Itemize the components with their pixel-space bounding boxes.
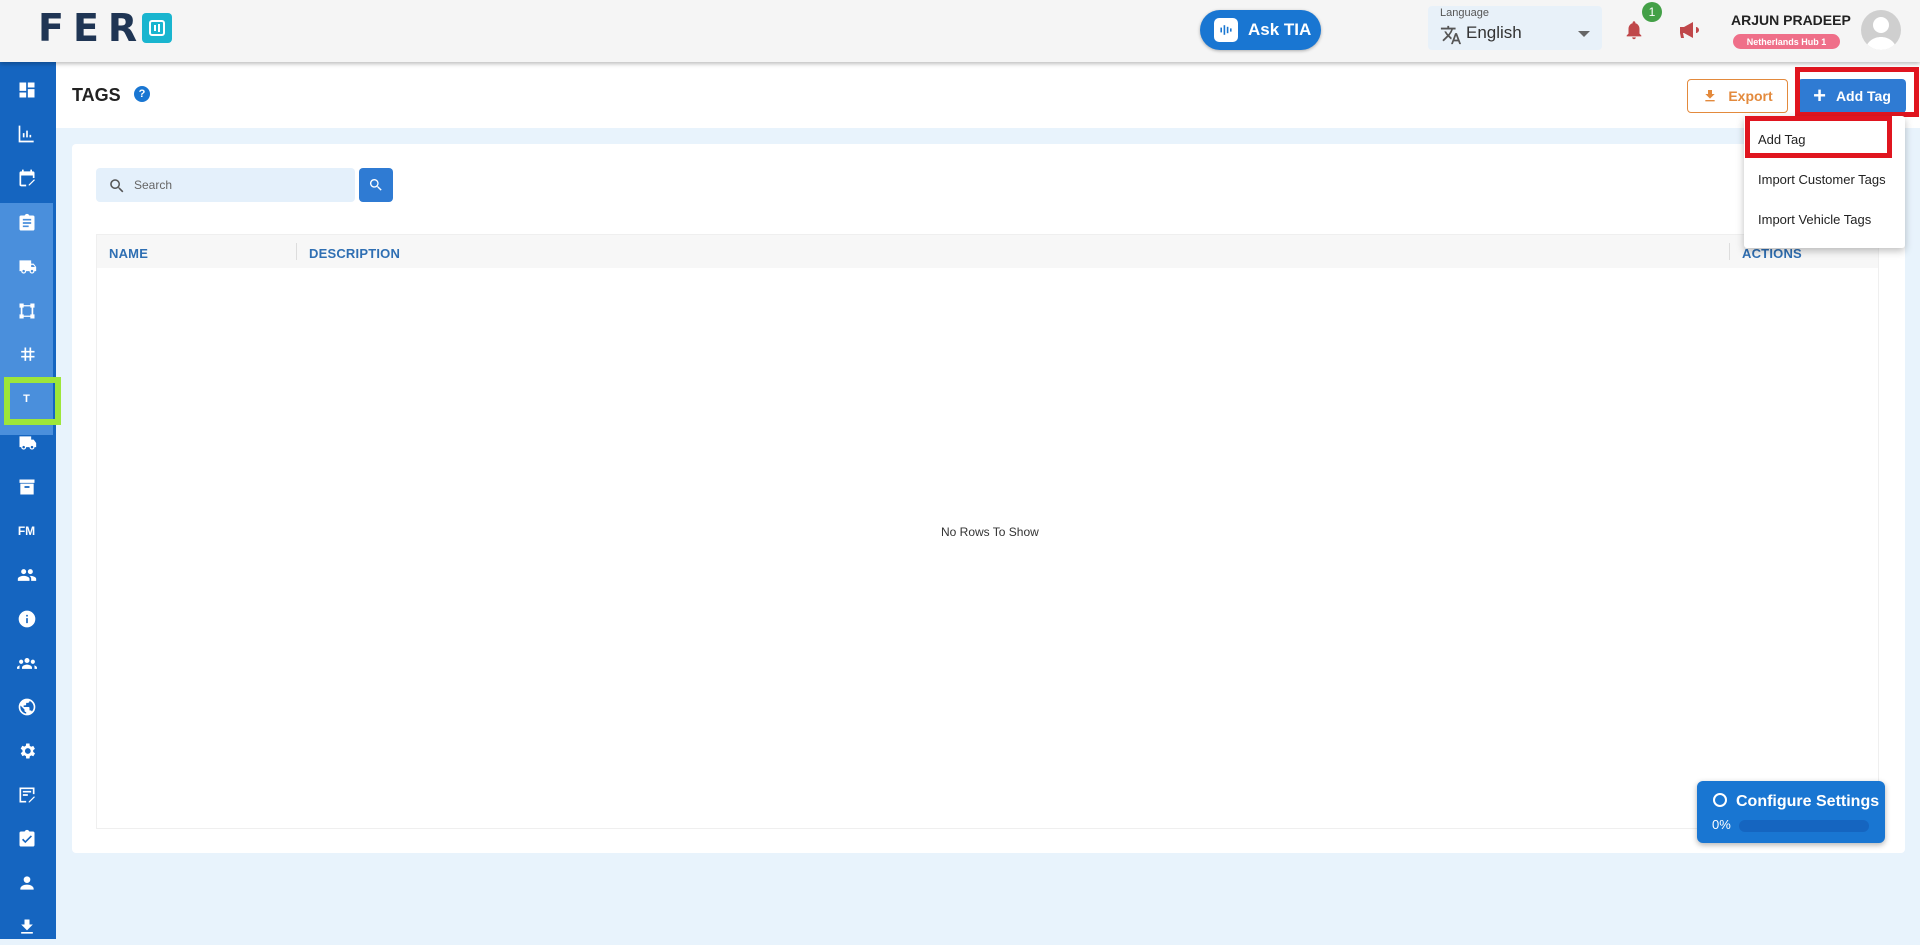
sidebar-item-fm[interactable]: FM	[0, 513, 53, 549]
team-icon	[16, 658, 37, 669]
calendar-edit-icon	[19, 169, 35, 187]
sidebar-item-vehicles[interactable]	[0, 425, 53, 461]
column-divider[interactable]	[1729, 243, 1730, 260]
network-icon	[19, 303, 34, 319]
sidebar-item-downloads[interactable]	[0, 909, 53, 945]
sidebar-item-fm-label: FM	[17, 524, 36, 538]
download-icon	[20, 919, 33, 934]
sidebar-item-orders[interactable]	[0, 205, 53, 241]
configure-settings-title: Configure Settings	[1736, 793, 1880, 810]
bell-icon[interactable]	[1623, 18, 1645, 42]
column-header-description[interactable]: DESCRIPTION	[309, 246, 400, 261]
search-icon	[110, 179, 124, 193]
search-button[interactable]	[359, 168, 393, 202]
configure-settings-percent: 0%	[1712, 817, 1731, 832]
configure-settings-widget[interactable]: Configure Settings 0%	[1697, 781, 1885, 843]
chevron-down-icon	[1578, 31, 1590, 37]
logo-text: FER	[38, 6, 147, 50]
circle-icon	[1713, 793, 1727, 807]
fero-logo[interactable]: FER	[38, 6, 173, 50]
language-select[interactable]: Language English	[1428, 6, 1602, 50]
ask-tia-label: Ask TIA	[1248, 20, 1312, 39]
avatar[interactable]	[1861, 10, 1901, 50]
dashboard-icon	[19, 82, 34, 98]
globe-icon	[18, 698, 35, 716]
sidebar-item-documents[interactable]	[0, 821, 53, 857]
sidebar-item-analytics[interactable]	[0, 116, 53, 152]
page-header	[56, 62, 1920, 128]
sidebar-item-notes[interactable]	[0, 777, 53, 813]
notification-badge: 1	[1642, 2, 1662, 22]
chart-icon	[18, 125, 34, 143]
sidebar-item-schedule[interactable]	[0, 160, 53, 196]
sidebar-item-delivery[interactable]	[0, 249, 53, 285]
megaphone-icon[interactable]	[1678, 20, 1702, 40]
sidebar-item-global[interactable]	[0, 689, 53, 725]
truck-fast-icon	[19, 260, 36, 274]
configure-settings-progress	[1739, 820, 1869, 832]
table-header: NAME DESCRIPTION ACTIONS	[97, 235, 1878, 268]
info-icon	[18, 610, 35, 628]
logo-mark-icon	[142, 13, 173, 43]
menu-item-import-vehicle-tags[interactable]: Import Vehicle Tags	[1758, 212, 1871, 227]
sidebar-item-drivers[interactable]	[0, 865, 53, 901]
highlight-tags-menu	[4, 377, 61, 425]
export-button[interactable]: Export	[1687, 79, 1788, 113]
page-title: TAGS	[72, 85, 121, 105]
clipboard-check-icon	[19, 829, 34, 847]
ask-tia-button[interactable]: Ask TIA	[1200, 10, 1321, 50]
archive-icon	[19, 479, 34, 495]
column-header-name[interactable]: NAME	[109, 246, 148, 261]
sidebar-item-inventory[interactable]	[0, 469, 53, 505]
top-bar: FER Ask TIA Language English 1 ARJUN PRA…	[0, 0, 1920, 62]
highlight-add-tag-button	[1795, 67, 1919, 117]
search-input[interactable]	[134, 168, 344, 202]
empty-table-message: No Rows To Show	[941, 525, 1039, 539]
hash-icon	[20, 347, 34, 361]
language-value: English	[1466, 23, 1522, 42]
note-edit-icon	[19, 787, 35, 803]
truck-icon	[19, 436, 36, 450]
users-icon	[17, 569, 36, 581]
sidebar-item-users[interactable]	[0, 557, 53, 593]
gear-icon	[20, 743, 35, 759]
clipboard-icon	[19, 213, 34, 231]
highlight-add-tag-menu-item	[1745, 116, 1892, 158]
sidebar: T FM	[0, 62, 56, 939]
menu-item-import-customer-tags[interactable]: Import Customer Tags	[1758, 172, 1886, 187]
tia-icon	[1214, 18, 1238, 42]
search-box[interactable]	[96, 168, 355, 202]
hub-badge: Netherlands Hub 1	[1733, 34, 1840, 49]
export-label: Export	[1728, 88, 1773, 104]
user-name[interactable]: ARJUN PRADEEP	[1731, 12, 1851, 28]
search-icon	[369, 179, 382, 191]
help-icon[interactable]: ?	[134, 86, 150, 102]
sidebar-item-dashboard[interactable]	[0, 72, 53, 108]
column-header-actions[interactable]: ACTIONS	[1742, 246, 1802, 261]
column-divider[interactable]	[296, 243, 297, 260]
sidebar-item-teams[interactable]	[0, 645, 53, 681]
language-label: Language	[1440, 7, 1489, 19]
sidebar-item-settings[interactable]	[0, 733, 53, 769]
driver-icon	[19, 876, 34, 890]
sidebar-item-routes[interactable]	[0, 293, 53, 329]
download-icon	[1705, 90, 1715, 102]
sidebar-item-grid[interactable]	[0, 337, 53, 373]
sidebar-item-info[interactable]	[0, 601, 53, 637]
translate-icon	[1440, 25, 1462, 45]
